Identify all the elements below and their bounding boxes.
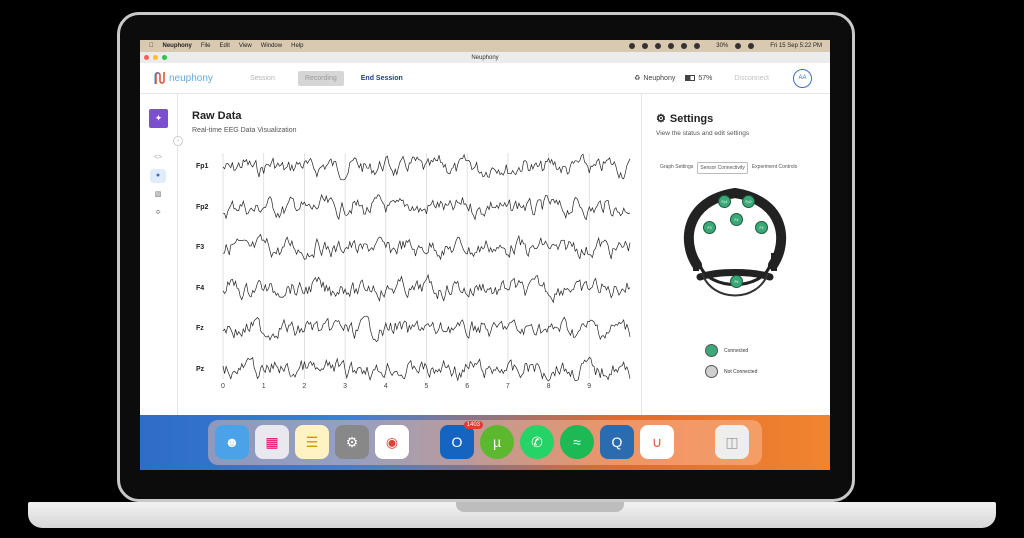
- settings-panel: ⚙ Settings View the status and edit sett…: [642, 93, 830, 415]
- logo-text: neuphony: [169, 72, 213, 84]
- x-tick-label: 3: [343, 383, 347, 390]
- sensor-node[interactable]: Fp2: [742, 195, 755, 208]
- app-badge-icon[interactable]: ✦: [149, 109, 168, 128]
- menubar-status: 30% Fri 15 Sep 5:22 PM: [629, 40, 822, 52]
- end-session-button[interactable]: End Session: [354, 71, 410, 86]
- screen:  Neuphony File Edit View Window Help 30…: [140, 40, 830, 470]
- bar-chart-icon[interactable]: ▧: [150, 188, 166, 202]
- apple-icon[interactable]: : [149, 43, 154, 49]
- device-battery: 57%: [698, 74, 713, 82]
- system-settings-icon[interactable]: ⚙: [335, 425, 369, 459]
- window-title: Neuphony: [471, 54, 499, 61]
- spotify-icon[interactable]: ≈: [560, 425, 594, 459]
- legend-connected: Connected: [705, 344, 748, 357]
- x-tick-label: 2: [302, 383, 307, 390]
- headphones-icon[interactable]: [681, 43, 688, 49]
- legend-not-connected-label: Not Connected: [724, 368, 758, 375]
- raw-data-panel: Raw Data Real-time EEG Data Visualizatio…: [178, 93, 642, 415]
- title-bar: Neuphony: [140, 52, 830, 63]
- legend-connected-label: Connected: [724, 347, 749, 354]
- neuphony-logo-icon: [154, 72, 165, 84]
- trash-icon[interactable]: ◫: [715, 425, 749, 459]
- menu-help[interactable]: Help: [291, 43, 303, 49]
- nav-session[interactable]: Session: [243, 71, 282, 86]
- not-connected-dot: [705, 365, 718, 378]
- device-icon: ♻: [634, 75, 641, 82]
- app-window: Neuphony neuphony Session Recording End …: [140, 52, 830, 415]
- connected-dot: [705, 344, 718, 357]
- utorrent-icon[interactable]: µ: [480, 425, 514, 459]
- device-status: ♻ Neuphony 57% Disconnect AA: [634, 63, 812, 93]
- code-icon[interactable]: <>: [150, 151, 166, 165]
- status-icon[interactable]: [629, 43, 636, 49]
- graph-icon[interactable]: ≎: [150, 206, 166, 220]
- neuphony-app-icon[interactable]: ∪: [640, 425, 674, 459]
- x-tick-label: 4: [383, 383, 388, 390]
- laptop-notch: [456, 502, 624, 512]
- x-tick-label: 7: [505, 383, 510, 390]
- sensor-node[interactable]: F4: [755, 221, 768, 234]
- datetime[interactable]: Fri 15 Sep 5:22 PM: [770, 43, 822, 49]
- x-tick-label: 9: [587, 383, 592, 390]
- battery-percent: 30%: [716, 43, 729, 49]
- menu-edit[interactable]: Edit: [220, 43, 230, 49]
- bluetooth-icon[interactable]: [694, 43, 701, 49]
- laptop-base: [28, 502, 996, 528]
- eeg-chart: [222, 153, 631, 382]
- menu-view[interactable]: View: [239, 43, 252, 49]
- dock: ☻ ▦ ☰ ⚙ ◉ O 1403 µ ✆ ≈ Q ∪ ◫: [208, 420, 762, 465]
- wifi-icon[interactable]: [735, 43, 742, 49]
- x-tick-label: 5: [424, 383, 429, 390]
- sensor-node[interactable]: Fz: [730, 213, 743, 226]
- sensor-node[interactable]: Fp1: [718, 195, 731, 208]
- quicktime-icon[interactable]: Q: [600, 425, 634, 459]
- whatsapp-icon[interactable]: ✆: [520, 425, 554, 459]
- x-tick-label: 6: [465, 383, 470, 390]
- nav-recording[interactable]: Recording: [297, 70, 344, 86]
- sensor-node[interactable]: Pz: [730, 275, 743, 288]
- disconnect-button[interactable]: Disconnect: [734, 75, 769, 82]
- finder-icon[interactable]: ☻: [215, 425, 249, 459]
- x-tick-label: 1: [261, 383, 266, 390]
- menu-app-name[interactable]: Neuphony: [163, 43, 192, 49]
- search-icon[interactable]: [748, 43, 755, 49]
- sidebar: ✦ › <> ● ▧ ≎: [140, 93, 183, 415]
- battery-icon: [685, 75, 696, 81]
- chrome-icon[interactable]: ◉: [375, 425, 409, 459]
- x-tick-label: 8: [546, 383, 551, 390]
- menubar:  Neuphony File Edit View Window Help 30…: [140, 40, 830, 52]
- status-icon[interactable]: [642, 43, 649, 49]
- status-icon[interactable]: [668, 43, 675, 49]
- sidebar-item-raw-data[interactable]: ●: [150, 169, 166, 183]
- sensor-node[interactable]: F3: [703, 221, 716, 234]
- top-nav: neuphony Session Recording End Session ♻…: [140, 63, 830, 94]
- launchpad-icon[interactable]: ▦: [255, 425, 289, 459]
- avatar[interactable]: AA: [793, 68, 812, 88]
- legend-not-connected: Not Connected: [705, 365, 757, 378]
- device-name: Neuphony: [643, 74, 676, 82]
- notes-icon[interactable]: ☰: [295, 425, 329, 459]
- outlook-icon[interactable]: O 1403: [440, 421, 483, 459]
- status-icon[interactable]: [655, 43, 662, 49]
- outlook-badge: 1403: [463, 421, 483, 429]
- menu-file[interactable]: File: [201, 43, 211, 49]
- menu-window[interactable]: Window: [261, 43, 282, 49]
- logo: neuphony: [154, 71, 213, 85]
- x-tick-label: 0: [221, 383, 225, 390]
